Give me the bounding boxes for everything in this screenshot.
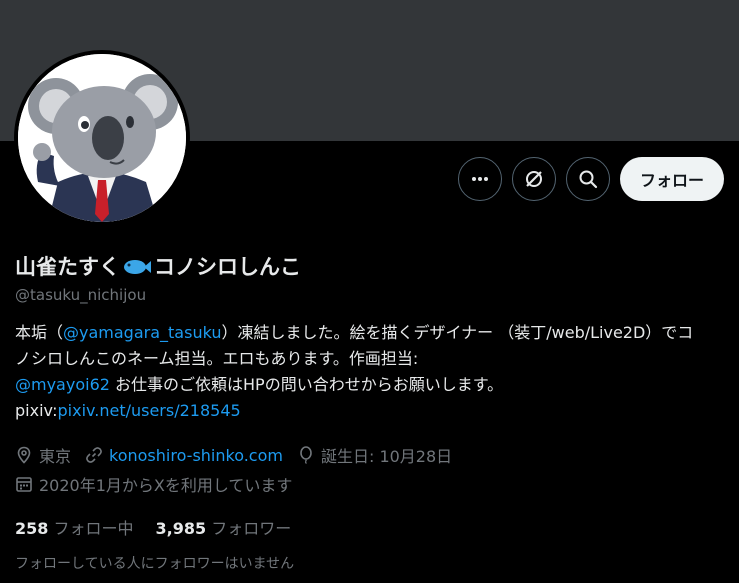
grok-icon — [525, 171, 542, 187]
profile-name: 山雀たすく コノシロしんこ — [15, 251, 301, 281]
fish-icon — [124, 260, 151, 274]
bio-mention-myayoi[interactable]: @myayoi62 — [15, 375, 110, 394]
profile-actions: フォロー — [457, 157, 724, 201]
profile-name-part2: コノシロしんこ — [154, 255, 301, 279]
more-button[interactable] — [457, 157, 502, 201]
profile-stats: 258 フォロー中 3,985 フォロワー — [15, 515, 313, 539]
balloon-icon — [300, 446, 312, 464]
meta-website: konoshiro-shinko.com — [85, 446, 283, 465]
more-horizontal-icon — [471, 177, 488, 181]
website-link[interactable]: konoshiro-shinko.com — [109, 446, 283, 465]
followers-label: フォロワー — [211, 519, 292, 538]
search-icon — [579, 170, 598, 189]
location-pin-icon — [17, 446, 31, 464]
birthday-text: 誕生日: 10月28日 — [320, 447, 453, 466]
profile-handle: @tasuku_nichijou — [15, 286, 147, 304]
bio-text-3: お仕事のご依頼はHPの問い合わせからお願いします。 — [109, 375, 504, 394]
search-button[interactable] — [565, 157, 610, 201]
following-label: フォロー中 — [53, 519, 134, 538]
followers-stat[interactable]: 3,985 フォロワー — [156, 515, 292, 539]
bio-pixiv-link[interactable]: pixiv.net/users/218545 — [58, 401, 241, 420]
joined-text: 2020年1月からXを利用しています — [39, 476, 293, 495]
bio-text-1: 本垢（ — [15, 323, 64, 342]
joined-item: 2020年1月からXを利用しています — [15, 472, 292, 496]
bio-mention-yamagara[interactable]: @yamagara_tasuku — [63, 323, 221, 342]
profile-name-part1: 山雀たすく — [15, 255, 120, 279]
following-count: 258 — [15, 519, 49, 538]
grok-button[interactable] — [511, 157, 556, 201]
meta-birthday: 誕生日: 10月28日 — [297, 443, 452, 467]
calendar-icon — [16, 477, 32, 492]
profile-bio: 本垢（@yamagara_tasuku）凍結しました。絵を描くデザイナー （装丁… — [15, 320, 695, 424]
avatar[interactable] — [14, 50, 190, 226]
link-icon — [86, 447, 102, 463]
location-text: 東京 — [39, 447, 72, 466]
koala-avatar-illustration — [18, 54, 186, 222]
follow-button[interactable]: フォロー — [619, 157, 724, 201]
profile-meta: 東京 konoshiro-shinko.com 誕生日: 10月28日 — [15, 443, 466, 467]
followers-count: 3,985 — [155, 519, 207, 538]
meta-location: 東京 — [15, 443, 71, 467]
following-stat[interactable]: 258 フォロー中 — [15, 515, 134, 539]
meta-joined: 2020年1月からXを利用しています — [15, 472, 306, 496]
followers-you-know-note: フォローしている人にフォロワーはいません — [15, 556, 295, 572]
bio-text-4: pixiv: — [15, 401, 58, 420]
